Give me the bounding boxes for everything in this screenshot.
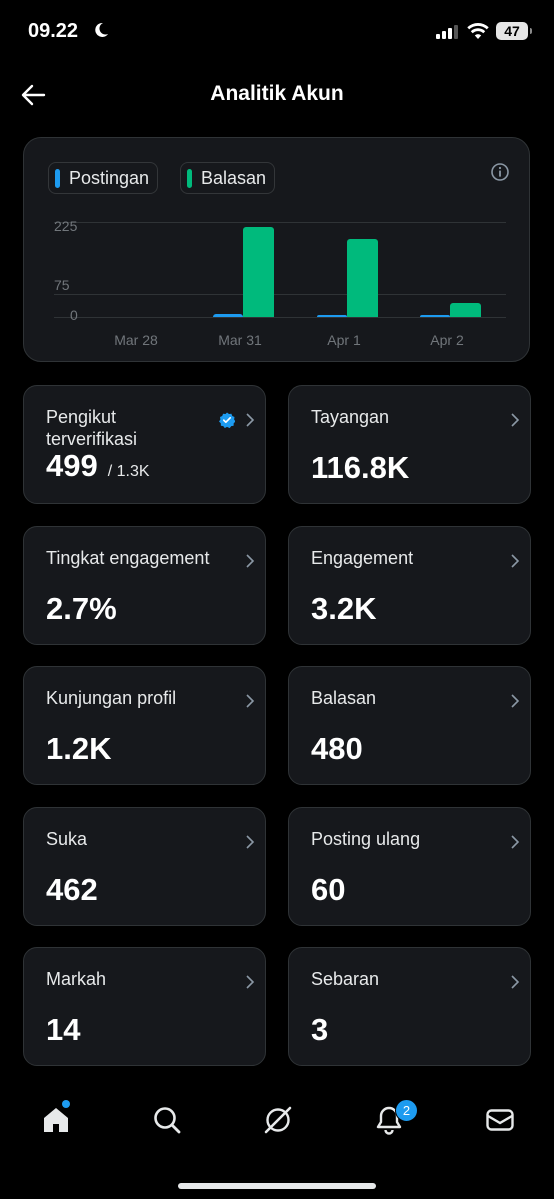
stat-card-likes[interactable]: Suka 462 bbox=[23, 807, 266, 926]
status-time: 09.22 bbox=[28, 20, 79, 42]
stat-card-reposts[interactable]: Posting ulang 60 bbox=[288, 807, 531, 926]
bar-balasan-apr-2 bbox=[450, 302, 481, 317]
stat-card-shares[interactable]: Sebaran 3 bbox=[288, 947, 531, 1066]
search-icon[interactable] bbox=[151, 1104, 183, 1136]
moon-icon bbox=[95, 22, 108, 37]
stat-label: Balasan bbox=[311, 688, 377, 708]
stat-card-verified-followers[interactable]: Pengikut terverifikasi 499 / 1.3K bbox=[23, 385, 266, 504]
chevron-right-icon bbox=[511, 413, 520, 427]
x-tick: Apr 2 bbox=[430, 332, 464, 348]
stat-card-engagements[interactable]: Engagement 3.2K bbox=[288, 526, 531, 645]
y-tick: 0 bbox=[70, 307, 78, 323]
grid-line bbox=[54, 222, 506, 223]
stat-value: 1.2K bbox=[46, 731, 112, 766]
stat-value: 499 / 1.3K bbox=[46, 448, 150, 484]
legend-swatch-replies bbox=[187, 169, 192, 188]
chevron-right-icon bbox=[246, 975, 255, 989]
stat-value: 480 bbox=[311, 731, 363, 766]
x-tick: Mar 28 bbox=[114, 332, 158, 348]
grok-icon[interactable] bbox=[262, 1104, 294, 1136]
stat-label: Engagement bbox=[311, 548, 414, 568]
stat-label: Kunjungan profil bbox=[46, 688, 177, 708]
stat-value: 116.8K bbox=[311, 450, 410, 485]
stat-card-replies[interactable]: Balasan 480 bbox=[288, 666, 531, 785]
stat-value-number: 499 bbox=[46, 448, 98, 483]
stat-card-impressions[interactable]: Tayangan 116.8K bbox=[288, 385, 531, 504]
stat-value: 3.2K bbox=[311, 591, 377, 626]
stat-value: 14 bbox=[46, 1012, 81, 1047]
chevron-right-icon bbox=[246, 694, 255, 708]
chevron-right-icon bbox=[246, 835, 255, 849]
legend-replies[interactable]: Balasan bbox=[180, 162, 276, 194]
chevron-right-icon bbox=[246, 413, 255, 427]
bar-postingan-apr-2 bbox=[420, 315, 450, 317]
x-tick: Mar 31 bbox=[218, 332, 262, 348]
notification-count-badge: 2 bbox=[395, 1099, 418, 1122]
stat-value: 2.7% bbox=[46, 591, 117, 626]
stat-label: Suka bbox=[46, 829, 88, 849]
bar-postingan-apr-1 bbox=[317, 314, 347, 317]
x-tick: Apr 1 bbox=[327, 332, 361, 348]
verified-badge-icon bbox=[219, 412, 235, 428]
stat-label: Tayangan bbox=[311, 407, 390, 427]
y-tick: 225 bbox=[54, 218, 78, 234]
grid-line bbox=[54, 294, 506, 295]
info-icon[interactable] bbox=[490, 162, 510, 182]
chevron-right-icon bbox=[511, 835, 520, 849]
chevron-right-icon bbox=[511, 694, 520, 708]
stat-label: Pengikut terverifikasi bbox=[46, 407, 138, 449]
status-bar: 09.22 47 bbox=[0, 0, 554, 62]
bottom-nav bbox=[0, 1088, 554, 1158]
bar-postingan-mar-31 bbox=[213, 314, 243, 317]
home-unread-dot bbox=[62, 1100, 70, 1108]
y-tick: 75 bbox=[54, 277, 70, 293]
legend-swatch-posts bbox=[55, 169, 60, 188]
battery-indicator: 47 bbox=[496, 22, 532, 40]
stat-label: Tingkat engagement bbox=[46, 548, 210, 568]
stat-card-engagement-rate[interactable]: Tingkat engagement 2.7% bbox=[23, 526, 266, 645]
bar-balasan-mar-31 bbox=[243, 227, 274, 317]
stat-label: Markah bbox=[46, 969, 107, 989]
legend-label-replies: Balasan bbox=[201, 168, 267, 188]
stat-label: Sebaran bbox=[311, 969, 380, 989]
chevron-right-icon bbox=[511, 975, 520, 989]
mail-icon[interactable] bbox=[484, 1104, 516, 1136]
bar-balasan-apr-1 bbox=[347, 239, 378, 317]
header: Analitik Akun bbox=[0, 72, 554, 116]
wifi-icon bbox=[467, 22, 489, 39]
home-indicator bbox=[178, 1183, 376, 1189]
chevron-right-icon bbox=[246, 554, 255, 568]
stat-card-profile-visits[interactable]: Kunjungan profil 1.2K bbox=[23, 666, 266, 785]
legend-label-posts: Postingan bbox=[69, 168, 150, 188]
signal-icon bbox=[436, 25, 458, 39]
stat-card-bookmarks[interactable]: Markah 14 bbox=[23, 947, 266, 1066]
legend-posts[interactable]: Postingan bbox=[48, 162, 159, 194]
stat-label: Posting ulang bbox=[311, 829, 421, 849]
stat-value-total: / 1.3K bbox=[107, 463, 150, 480]
stat-value: 3 bbox=[311, 1012, 329, 1047]
baseline bbox=[54, 317, 506, 318]
page-title: Analitik Akun bbox=[210, 82, 344, 105]
stat-value: 462 bbox=[46, 872, 98, 907]
chart-card: Postingan Balasan 225 75 0 Mar 28 Mar 31… bbox=[23, 137, 530, 362]
stat-value: 60 bbox=[311, 872, 346, 907]
home-icon[interactable] bbox=[40, 1104, 72, 1136]
chevron-right-icon bbox=[511, 554, 520, 568]
